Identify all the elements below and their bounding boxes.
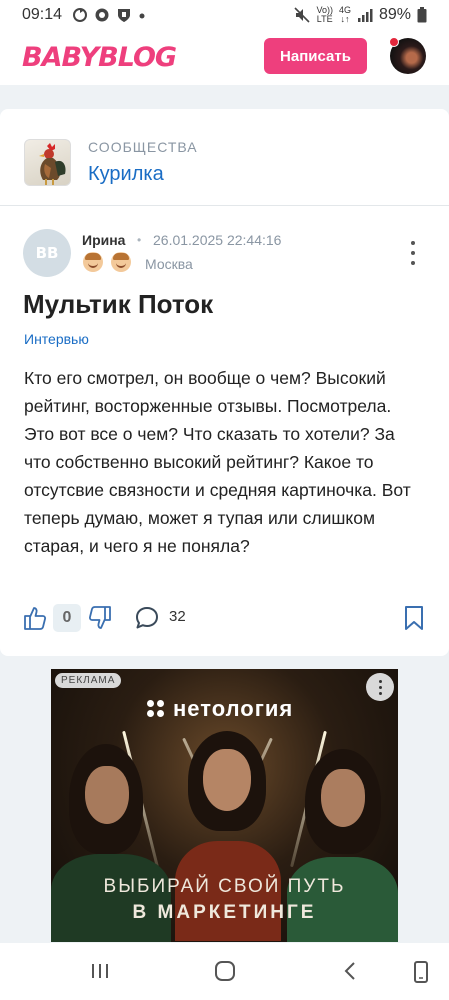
screen-rotate-icon[interactable] (412, 961, 430, 983)
post-date: 26.01.2025 22:44:16 (153, 232, 282, 248)
system-icons: Vo)) LTE 4G ↓↑ 89% (294, 6, 427, 24)
rooster-icon (39, 143, 66, 185)
ad-brand: нетология (147, 696, 293, 722)
comment-count: 32 (169, 608, 186, 625)
status-time: 09:14 (22, 6, 63, 23)
community-image[interactable] (24, 139, 71, 186)
author-badges (83, 252, 131, 272)
post-body: Кто его смотрел, он вообще о чем? Высоки… (24, 368, 411, 556)
network-type: 4G ↓↑ (338, 5, 351, 24)
lte-label: LTE (316, 14, 333, 24)
battery-icon (417, 7, 427, 23)
thumbs-down-icon[interactable] (88, 605, 112, 631)
thumbs-up-icon[interactable] (23, 605, 47, 631)
comment-icon[interactable] (134, 605, 160, 631)
babyblog-logo[interactable]: BABYBLOG (22, 42, 177, 73)
ad-headline-2: В МАРКЕТИНГЕ (132, 902, 317, 923)
post-tag-link[interactable]: Интервью (24, 331, 89, 347)
post-card: СООБЩЕСТВА Курилка BB Ирина • 26.01.2025… (0, 109, 449, 656)
shield-icon (118, 9, 131, 22)
community-section-label: СООБЩЕСТВА (88, 139, 198, 155)
more-options-icon[interactable] (406, 241, 420, 265)
user-avatar[interactable] (389, 37, 426, 74)
like-count: 0 (53, 604, 81, 632)
status-bar: 09:14 Vo)) LTE 4G ↓↑ 89% (0, 0, 449, 30)
mute-icon (294, 7, 311, 23)
boy-emoji-icon (83, 252, 103, 272)
post-actions: 0 32 (0, 601, 449, 637)
advertisement-banner[interactable]: РЕКЛАМА нетология ВЫБИРАЙ СВОЙ ПУТЬ В МА… (51, 669, 398, 942)
bookmark-icon[interactable] (403, 605, 425, 631)
author-city: Москва (145, 256, 193, 272)
target-icon (95, 8, 109, 22)
separator-dot: • (137, 233, 142, 247)
home-icon[interactable] (214, 961, 236, 981)
notification-icons (72, 7, 146, 23)
system-nav-bar (0, 943, 449, 1000)
dot-icon (139, 13, 145, 19)
back-icon[interactable] (341, 961, 361, 981)
divider (0, 205, 449, 206)
ad-options-icon[interactable] (366, 673, 394, 701)
netology-logo-icon (147, 700, 165, 718)
recent-apps-icon[interactable] (89, 961, 111, 981)
ad-label: РЕКЛАМА (55, 673, 122, 688)
ad-headline-1: ВЫБИРАЙ СВОЙ ПУТЬ (103, 876, 346, 897)
post-title: Мультик Поток (23, 289, 214, 319)
community-name-link[interactable]: Курилка (88, 163, 198, 186)
boy-emoji-icon (111, 252, 131, 272)
signal-icon (357, 9, 373, 22)
volte-indicator: Vo)) LTE (316, 6, 333, 24)
battery-percent: 89% (378, 6, 411, 23)
app-header: BABYBLOG Написать (0, 30, 449, 85)
ad-brand-name: нетология (173, 696, 294, 721)
sync-icon (73, 8, 88, 22)
community-block[interactable]: СООБЩЕСТВА Курилка (24, 139, 198, 186)
notification-dot (389, 37, 399, 47)
author-name[interactable]: Ирина (82, 232, 125, 248)
author-avatar[interactable]: BB (23, 229, 71, 277)
write-button[interactable]: Написать (264, 38, 367, 74)
